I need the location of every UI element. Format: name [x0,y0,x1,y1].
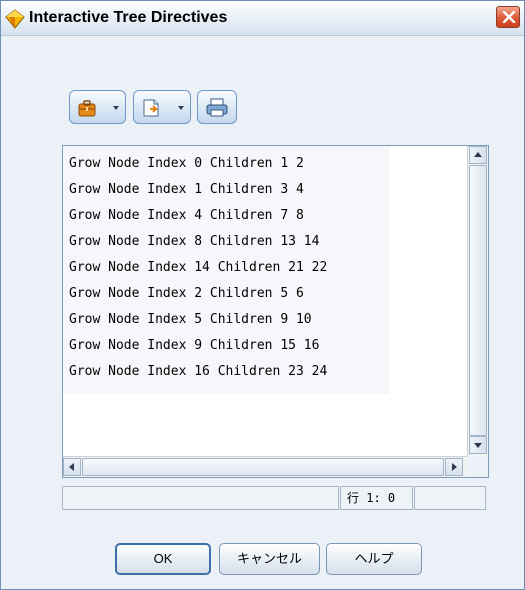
arrow-down-icon [474,443,482,448]
print-icon [206,98,228,117]
ok-button[interactable]: OK [115,543,211,575]
status-message-cell [62,486,339,510]
directive-line: Grow Node Index 4 Children 7 8 [69,208,304,223]
vertical-scroll-thumb[interactable] [469,165,487,436]
arrow-left-icon [69,463,74,471]
directive-line: Grow Node Index 1 Children 3 4 [69,182,304,197]
window-title: Interactive Tree Directives [29,9,228,26]
chevron-down-icon [113,106,119,110]
toolbox-icon [78,100,96,117]
scroll-down-button[interactable] [469,436,487,454]
scrollbar-corner [467,456,488,477]
toolbox-menu-button[interactable] [69,90,126,124]
cancel-button[interactable]: キャンセル [219,543,320,575]
horizontal-scroll-thumb[interactable] [82,458,444,476]
title-bar[interactable]: Interactive Tree Directives [1,1,524,36]
chevron-down-icon [178,106,184,110]
status-extra-cell [414,486,486,510]
text-content[interactable]: Grow Node Index 0 Children 1 2 Grow Node… [63,146,467,456]
directive-line: Grow Node Index 2 Children 5 6 [69,286,304,301]
file-menu-button[interactable] [133,90,191,124]
dialog-window: Interactive Tree Directives Grow Node In… [0,0,525,590]
directive-line: Grow Node Index 8 Children 13 14 [69,234,320,249]
print-button[interactable] [197,90,237,124]
directives-text-area[interactable]: Grow Node Index 0 Children 1 2 Grow Node… [62,145,489,478]
arrow-up-icon [474,152,482,157]
app-diamond-icon [5,9,25,29]
directive-line: Grow Node Index 5 Children 9 10 [69,312,312,327]
directive-line: Grow Node Index 16 Children 23 24 [69,364,328,379]
scroll-up-button[interactable] [469,146,487,164]
directive-line: Grow Node Index 14 Children 21 22 [69,260,328,275]
cursor-position-cell: 行 1: 0 [340,486,413,510]
cursor-position: 行 1: 0 [347,491,396,505]
scroll-right-button[interactable] [445,458,463,476]
horizontal-scrollbar[interactable] [63,456,467,477]
status-bar: 行 1: 0 [62,486,489,510]
close-icon [502,11,516,23]
arrow-right-icon [452,463,457,471]
help-button[interactable]: ヘルプ [326,543,422,575]
open-file-icon [143,99,159,117]
scroll-left-button[interactable] [63,458,81,476]
close-button[interactable] [496,6,520,28]
directive-line: Grow Node Index 9 Children 15 16 [69,338,320,353]
vertical-scrollbar[interactable] [467,146,488,456]
directive-line: Grow Node Index 0 Children 1 2 [69,156,304,171]
